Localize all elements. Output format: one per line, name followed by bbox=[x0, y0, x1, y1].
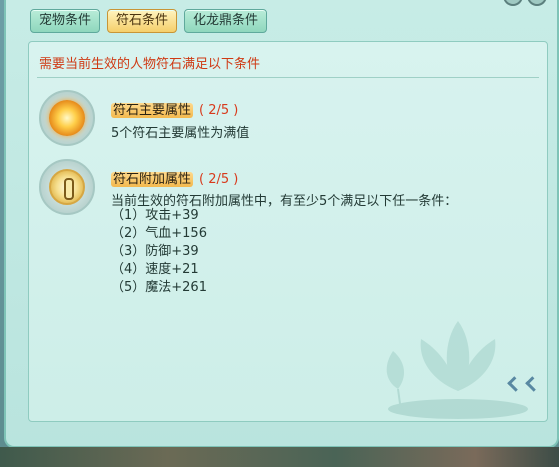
conditions-header: 需要当前生效的人物符石满足以下条件 bbox=[39, 57, 261, 72]
main-attribute-title-line: 符石主要属性 ( 2/5 ) bbox=[111, 99, 238, 118]
window-close-button[interactable] bbox=[527, 0, 547, 6]
header-divider bbox=[37, 77, 539, 78]
tab-dragon-cauldron-conditions[interactable]: 化龙鼎条件 bbox=[184, 9, 268, 33]
tab-rune-conditions[interactable]: 符石条件 bbox=[107, 9, 178, 33]
main-attribute-description: 5个符石主要属性为满值 bbox=[111, 126, 250, 141]
list-item: （4）速度+21 bbox=[111, 262, 199, 277]
shield-rune-icon bbox=[39, 159, 95, 215]
extra-attribute-list: （1）攻击+39 （2）气血+156 （3）防御+39 （4）速度+21 （5）… bbox=[111, 207, 207, 297]
condition-window: 宠物条件 符石条件 化龙鼎条件 需要当前生效的人物符石满足以下条件 符石主要属性… bbox=[4, 0, 559, 448]
tab-bar: 宠物条件 符石条件 化龙鼎条件 bbox=[30, 9, 268, 33]
scroll-hint-button[interactable] bbox=[507, 376, 541, 392]
conditions-panel: 需要当前生效的人物符石满足以下条件 符石主要属性 ( 2/5 ) 5个符石主要属性… bbox=[28, 41, 548, 422]
extra-attribute-title-line: 符石附加属性 ( 2/5 ) bbox=[111, 168, 238, 187]
tab-pet-conditions[interactable]: 宠物条件 bbox=[30, 9, 101, 33]
main-attribute-progress: ( 2/5 ) bbox=[199, 103, 239, 118]
list-item: （2）气血+156 bbox=[111, 226, 207, 241]
extra-attribute-title: 符石附加属性 bbox=[111, 172, 194, 187]
sun-rune-icon bbox=[39, 90, 95, 146]
list-item: （3）防御+39 bbox=[111, 244, 199, 259]
game-scene-background bbox=[0, 447, 559, 467]
list-item: （5）魔法+261 bbox=[111, 280, 207, 295]
lotus-decoration-icon bbox=[386, 321, 528, 419]
window-corner-button[interactable] bbox=[503, 0, 523, 6]
list-item: （1）攻击+39 bbox=[111, 208, 199, 223]
main-attribute-title: 符石主要属性 bbox=[111, 103, 194, 118]
extra-attribute-progress: ( 2/5 ) bbox=[199, 172, 239, 187]
